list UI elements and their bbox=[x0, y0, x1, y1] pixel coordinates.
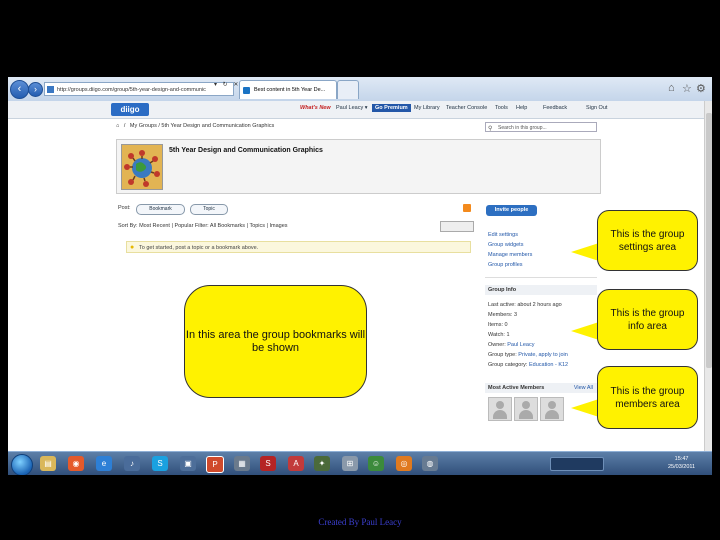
app-icon[interactable]: ◍ bbox=[422, 456, 438, 471]
internet-explorer-icon[interactable]: e bbox=[96, 456, 112, 471]
vertical-scrollbar[interactable] bbox=[704, 101, 712, 451]
settings-area-callout: This is the group settings area bbox=[597, 210, 698, 271]
sign-out-link[interactable]: Sign Out bbox=[586, 105, 607, 111]
browser-tab-active[interactable]: Best content in 5th Year De... bbox=[239, 80, 337, 99]
browser-toolbar: ‹ › http://groups.diigo.com/group/5th-ye… bbox=[8, 77, 712, 102]
bookmarks-area-callout: In this area the group bookmarks will be… bbox=[184, 285, 367, 398]
start-button[interactable] bbox=[11, 454, 33, 475]
user-menu[interactable]: Paul Leacy ▾ bbox=[336, 105, 368, 111]
tools-link[interactable]: Tools bbox=[495, 105, 508, 111]
site-header: diigo What's New Paul Leacy ▾ Go Premium… bbox=[8, 101, 712, 119]
system-clock[interactable]: 15:47 25/03/2011 bbox=[668, 455, 695, 471]
firefox-icon[interactable]: ◎ bbox=[396, 456, 412, 471]
feedback-link[interactable]: Feedback bbox=[543, 105, 567, 111]
invite-people-button[interactable]: Invite people bbox=[486, 205, 537, 216]
app-icon[interactable]: ▦ bbox=[234, 456, 250, 471]
breadcrumb: ⌂ / My Groups / 5th Year Design and Comm… bbox=[116, 123, 275, 129]
help-link[interactable]: Help bbox=[516, 105, 527, 111]
acrobat-icon[interactable]: A bbox=[288, 456, 304, 471]
callout-pointer bbox=[571, 399, 599, 417]
group-widgets-link[interactable]: Group widgets bbox=[488, 240, 532, 250]
group-logo bbox=[121, 144, 163, 190]
settings-gear-icon[interactable]: ⚙ bbox=[696, 82, 706, 95]
group-info-list: Last active: about 2 hours ago Members: … bbox=[488, 302, 569, 368]
manage-members-link[interactable]: Manage members bbox=[488, 250, 532, 260]
media-controls[interactable] bbox=[550, 457, 604, 471]
media-icon[interactable]: ▣ bbox=[180, 456, 196, 471]
forward-icon[interactable]: › bbox=[28, 82, 43, 97]
browser-new-tab[interactable] bbox=[337, 80, 359, 99]
edit-settings-link[interactable]: Edit settings bbox=[488, 230, 532, 240]
group-profiles-link[interactable]: Group profiles bbox=[488, 260, 532, 270]
group-title: 5th Year Design and Communication Graphi… bbox=[169, 147, 323, 154]
home-icon[interactable]: ⌂ bbox=[116, 123, 119, 129]
powerpoint-icon[interactable]: P bbox=[206, 456, 224, 473]
favorites-icon[interactable]: ☆ bbox=[682, 82, 692, 95]
getting-started-hint: ● To get started, post a topic or a book… bbox=[126, 241, 471, 253]
explorer-icon[interactable]: ▤ bbox=[40, 456, 56, 471]
back-icon[interactable]: ‹ bbox=[10, 80, 29, 99]
teacher-console-link[interactable]: Teacher Console bbox=[446, 105, 487, 111]
home-icon[interactable]: ⌂ bbox=[668, 82, 675, 94]
app-icon[interactable]: ⊞ bbox=[342, 456, 358, 471]
post-bookmark-button[interactable]: Bookmark bbox=[136, 204, 185, 215]
search-icon: ⚲ bbox=[488, 126, 493, 132]
post-topic-button[interactable]: Topic bbox=[190, 204, 228, 215]
group-header: 5th Year Design and Communication Graphi… bbox=[116, 139, 601, 194]
callout-pointer bbox=[571, 322, 599, 340]
info-area-callout: This is the group info area bbox=[597, 289, 698, 350]
itunes-icon[interactable]: ♪ bbox=[124, 456, 140, 471]
owner-link[interactable]: Paul Leacy bbox=[507, 342, 534, 348]
view-mode-toggle[interactable] bbox=[440, 221, 474, 232]
diigo-favicon-icon bbox=[243, 87, 250, 94]
solidworks-icon[interactable]: S bbox=[260, 456, 276, 471]
avatar[interactable] bbox=[540, 397, 564, 421]
avatar[interactable] bbox=[514, 397, 538, 421]
sort-filter-bar[interactable]: Sort By: Most Recent | Popular Filter: A… bbox=[118, 223, 288, 229]
callout-pointer bbox=[571, 243, 599, 261]
post-label: Post: bbox=[118, 205, 131, 211]
scrollbar-thumb[interactable] bbox=[706, 113, 712, 368]
my-library-link[interactable]: My Library bbox=[414, 105, 440, 111]
avatar[interactable] bbox=[488, 397, 512, 421]
group-info-heading: Group Info bbox=[485, 285, 597, 295]
address-bar[interactable]: http://groups.diigo.com/group/5th-year-d… bbox=[44, 82, 234, 96]
rss-icon[interactable] bbox=[463, 204, 471, 212]
whats-new-link[interactable]: What's New bbox=[300, 105, 331, 111]
people-icon[interactable]: ☺ bbox=[368, 456, 384, 471]
most-active-members-heading: Most Active Members View All bbox=[485, 383, 597, 393]
tool-icon[interactable]: ✦ bbox=[314, 456, 330, 471]
credit-caption: Created By Paul Leacy bbox=[318, 517, 402, 527]
screenshot: ‹ › http://groups.diigo.com/group/5th-ye… bbox=[8, 77, 712, 475]
chrome-icon[interactable]: ◉ bbox=[68, 456, 84, 471]
view-all-link[interactable]: View All bbox=[574, 383, 593, 393]
go-premium-button[interactable]: Go Premium bbox=[372, 104, 411, 112]
lightbulb-icon: ● bbox=[130, 244, 135, 251]
group-search-input[interactable]: ⚲ Search in this group... bbox=[485, 122, 597, 132]
members-area-callout: This is the group members area bbox=[597, 366, 698, 429]
refresh-stop-icons[interactable]: ▾ ↻ ✕ bbox=[214, 81, 240, 88]
group-settings-links: Edit settings Group widgets Manage membe… bbox=[488, 230, 532, 270]
site-favicon-icon bbox=[47, 86, 54, 93]
globe-people-icon bbox=[124, 150, 160, 187]
divider bbox=[485, 277, 597, 278]
diigo-logo[interactable]: diigo bbox=[111, 103, 149, 116]
windows-taskbar: ▤ ◉ e ♪ S ▣ P ▦ S A ✦ ⊞ ☺ ◎ ◍ 15:47 25/0… bbox=[8, 451, 712, 475]
skype-icon[interactable]: S bbox=[152, 456, 168, 471]
